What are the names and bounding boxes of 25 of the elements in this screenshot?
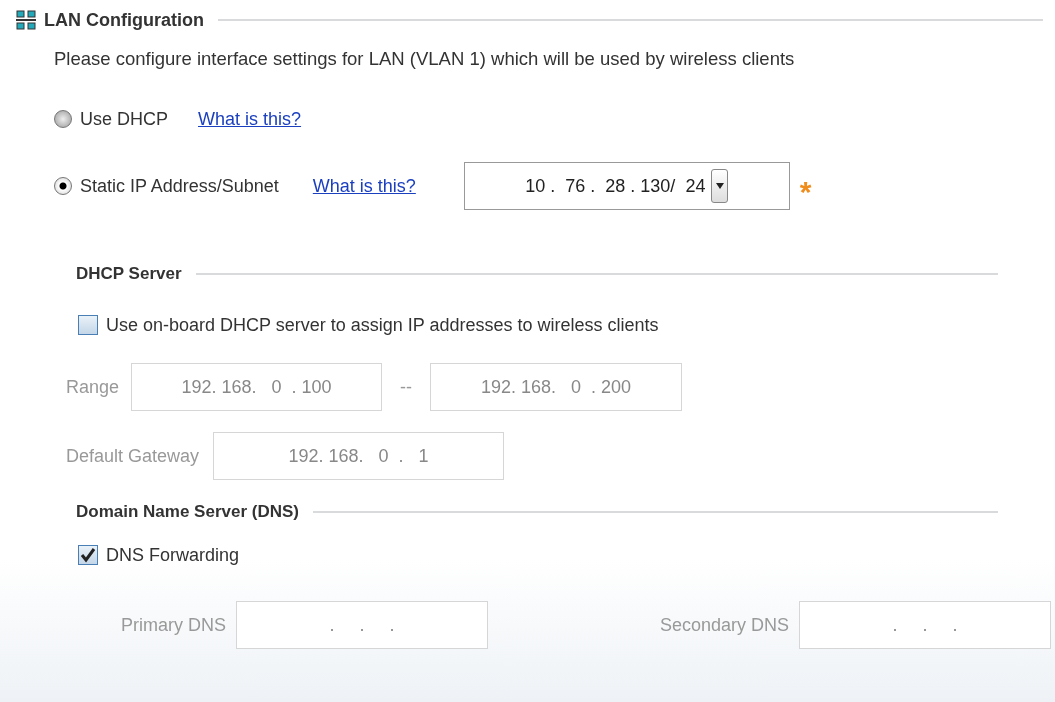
section-title: DHCP Server bbox=[76, 264, 182, 284]
help-link[interactable]: What is this? bbox=[312, 175, 416, 197]
dropdown-button[interactable] bbox=[711, 169, 729, 203]
range-separator: -- bbox=[400, 376, 413, 398]
radio-button[interactable] bbox=[54, 110, 72, 128]
required-mark: * bbox=[799, 174, 812, 209]
checkbox[interactable] bbox=[78, 315, 98, 335]
help-link[interactable]: What is this? bbox=[198, 108, 302, 130]
description-text: Please configure interface settings for LAN (VLAN 1) which will be used by wireless clients bbox=[54, 48, 796, 70]
section-title: Domain Name Server (DNS) bbox=[76, 502, 299, 522]
checkbox-label: Use on-board DHCP server to assign IP addresses to wireless clients bbox=[106, 314, 659, 336]
network-icon bbox=[16, 10, 36, 30]
section-title: LAN Configuration bbox=[44, 9, 204, 31]
check-icon bbox=[80, 547, 96, 563]
radio-button[interactable] bbox=[54, 177, 72, 195]
checkbox[interactable] bbox=[78, 545, 98, 565]
gateway-label: Default Gateway bbox=[66, 445, 200, 467]
range-label: Range bbox=[66, 376, 120, 398]
radio-label: Use DHCP bbox=[80, 108, 168, 130]
ip-address-field[interactable]: 10 . 76 . 28 . 130/ 24 bbox=[463, 162, 790, 210]
dns-label: Primary DNS bbox=[121, 614, 226, 636]
caret-icon bbox=[715, 183, 724, 189]
checkbox-label: DNS Forwarding bbox=[106, 544, 240, 566]
radio-label: Static IP Address/Subnet bbox=[80, 175, 279, 197]
dns-label: Secondary DNS bbox=[659, 614, 789, 636]
